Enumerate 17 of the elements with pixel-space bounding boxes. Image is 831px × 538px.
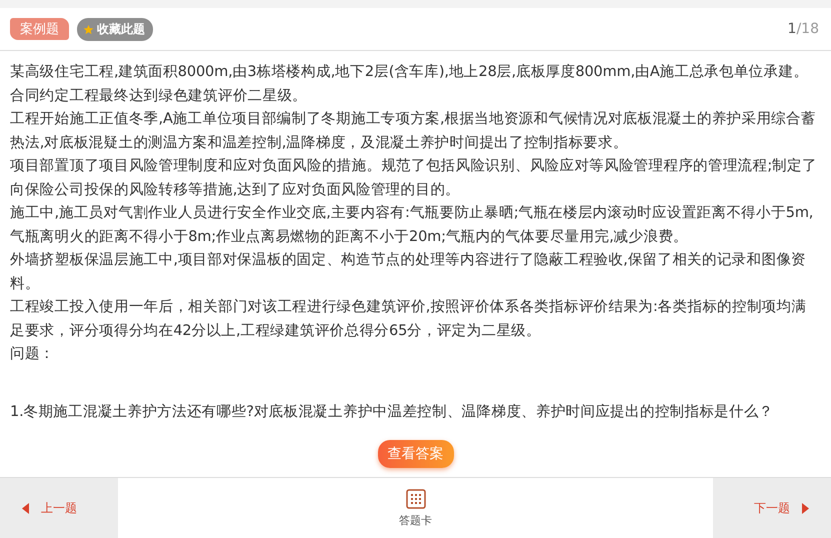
question-type-tag: 案例题 bbox=[10, 18, 69, 40]
question-paragraph: 外墙挤塑板保温层施工中,项目部对保温板的固定、构造节点的处理等内容进行了隐蔽工程验收,保留了相关的记录和图像资料。 bbox=[10, 250, 807, 294]
left-arrow-icon bbox=[22, 502, 29, 514]
question-paragraph: 工程竣工投入使用一年后，相关部门对该工程进行绿色建筑评价,按照评价体系各类指标评价结果为:各类指标的控制项均满足要求，评分项得分均在42分以上,工程绿建筑评价总得分65分，评定为二星级。 bbox=[10, 298, 808, 340]
question-paragraph: 某高级住宅工程,建筑面积8000m,由3栋塔楼构成,地下2层(含车库),地上28层,底板厚度800mm,由A施工总承包单位承建。合同约定工程最终达到绿色建筑评价二星级。 bbox=[10, 62, 810, 106]
question-paragraph: 施工中,施工员对气割作业人员进行安全作业交底,主要内容有:气瓶要防止暴晒;气瓶在楼层内滚动时应设置距离不得小于5m,气瓶离明火的距离不得小于8m;作业点离易燃物的距离不小于20m;气瓶内的气体要尽量用完,减少浪费。 bbox=[10, 204, 814, 246]
right-arrow-icon bbox=[802, 502, 809, 514]
question-paragraph: 工程开始施工正值冬季,A施工单位项目部编制了冬期施工专项方案,根据当地资源和气候情况对底板混凝土的养护采用综合蓄热法,对底板混疑土的测温方案和温差控制,温降梯度，及混凝土养护时间提出了控制指标要求。 bbox=[10, 110, 817, 152]
favorite-button[interactable]: 收藏此题 bbox=[77, 18, 153, 40]
question-paragraph: 项目部置顶了项目风险管理制度和应对负面风险的措施。规范了包括风险识别、风险应对等风险管理程序的管理流程;制定了向保险公司投保的风险转移等措施,达到了应对负面风险管理的目的。 bbox=[10, 156, 818, 200]
question-text: 1.冬期施工混凝土养护方法还有哪些?对底板混凝土养护中温差控制、温降梯度、养护时间应提出的控制指标是什么？ bbox=[10, 402, 775, 422]
next-button[interactable]: 下一题 bbox=[713, 478, 831, 538]
question-paragraph: 问题： bbox=[10, 345, 56, 364]
grid-icon bbox=[406, 488, 426, 508]
previous-button[interactable]: 上一题 bbox=[0, 478, 118, 538]
view-answer-button[interactable]: 查看答案 bbox=[378, 440, 454, 468]
question-counter: 1/18 bbox=[788, 21, 819, 37]
